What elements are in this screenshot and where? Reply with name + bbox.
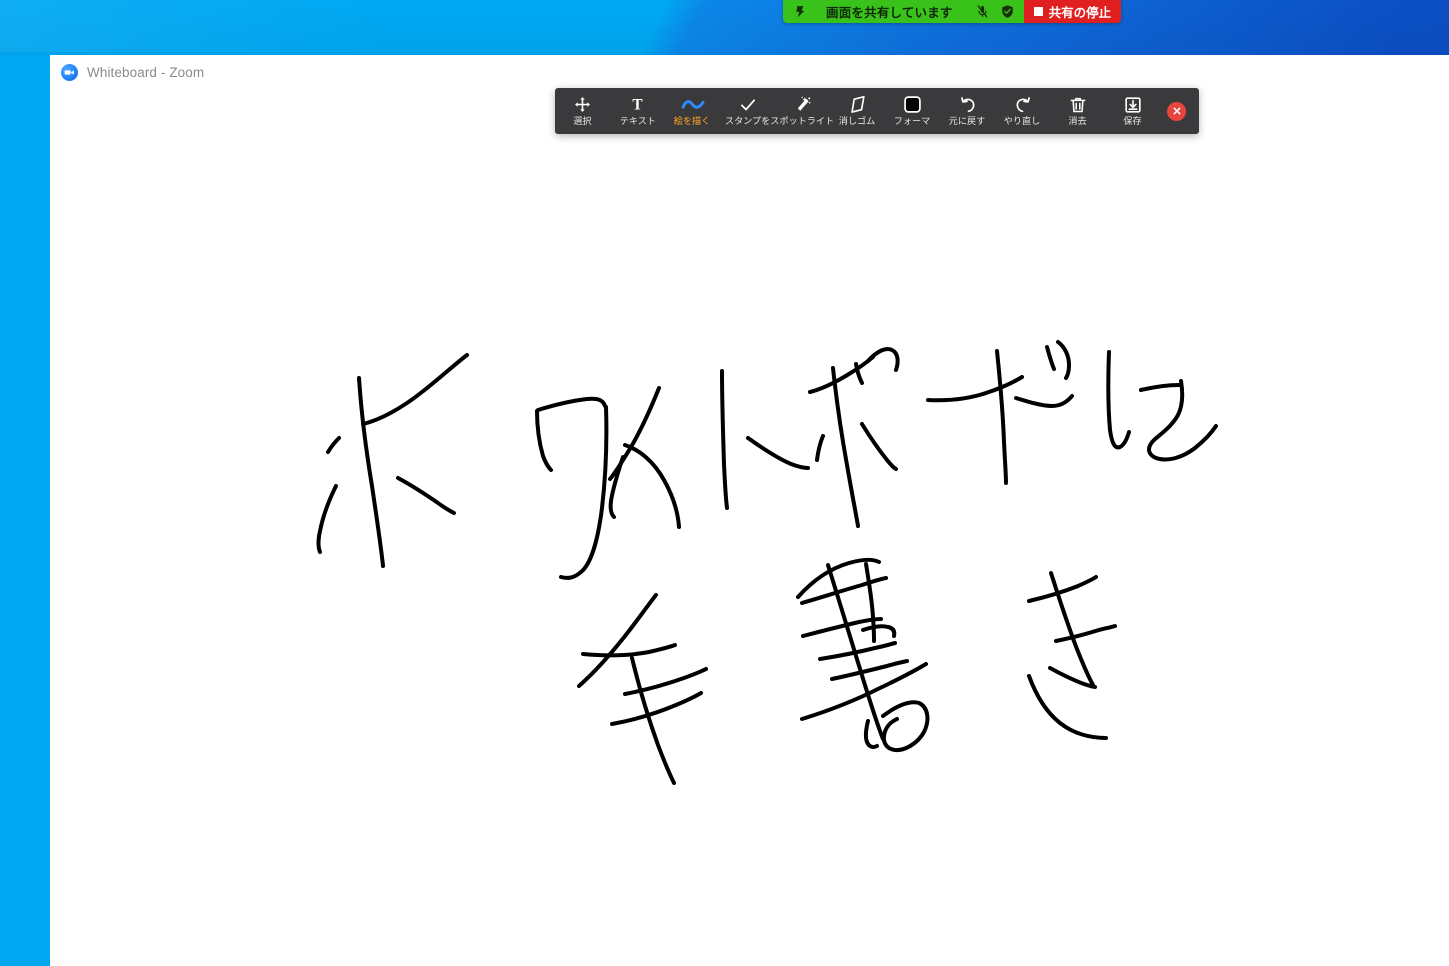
tool-undo[interactable]: 元に戻す <box>940 88 995 134</box>
whiteboard-canvas[interactable] <box>50 90 1449 966</box>
stop-share-button[interactable]: 共有の停止 <box>1023 0 1122 23</box>
undo-arrow-icon <box>959 95 977 114</box>
tool-select-label: 選択 <box>573 116 592 128</box>
svg-text:T: T <box>632 97 642 113</box>
tool-select[interactable]: 選択 <box>555 88 610 134</box>
tool-spotlight[interactable]: スポットライト <box>771 88 834 134</box>
magic-wand-icon <box>794 95 812 114</box>
move-arrows-icon <box>574 95 591 114</box>
close-icon[interactable] <box>1167 101 1186 121</box>
pause-share-icon[interactable] <box>793 4 808 19</box>
microphone-muted-icon[interactable] <box>975 4 990 19</box>
whiteboard-window: Whiteboard - Zoom <box>50 55 1449 966</box>
tool-eraser[interactable]: 消しゴム <box>830 88 885 134</box>
tool-format[interactable]: フォーマ <box>885 88 940 134</box>
stop-square-icon <box>1033 7 1043 16</box>
tool-redo[interactable]: やり直し <box>995 88 1050 134</box>
tool-clear[interactable]: 消去 <box>1050 88 1105 134</box>
tool-save-label: 保存 <box>1123 116 1142 128</box>
screen-share-banner: 画面を共有しています 共有の停止 <box>783 0 1122 23</box>
tool-draw-label: 絵を描く <box>674 116 711 128</box>
zoom-camera-icon <box>61 64 78 81</box>
stop-share-label: 共有の停止 <box>1048 6 1112 20</box>
tool-spotlight-label: スポットライト <box>770 116 835 128</box>
redo-arrow-icon <box>1014 95 1032 114</box>
tool-eraser-label: 消しゴム <box>839 116 876 128</box>
save-download-icon <box>1124 95 1142 114</box>
tool-clear-label: 消去 <box>1068 116 1087 128</box>
share-status-group: 画面を共有しています <box>783 0 1024 23</box>
pen-squiggle-icon <box>681 95 705 114</box>
wallpaper-sheen <box>0 0 560 52</box>
screen: 画面を共有しています 共有の停止 Whiteboard - Zoom 選択 T … <box>0 0 1449 966</box>
tool-stamp-label: スタンプを <box>724 116 771 128</box>
window-titlebar: Whiteboard - Zoom <box>50 55 1449 90</box>
shield-security-icon[interactable] <box>1000 4 1015 19</box>
filled-square-icon <box>903 95 922 114</box>
trash-can-icon <box>1069 95 1087 114</box>
tool-text[interactable]: T テキスト <box>610 88 665 134</box>
tool-draw[interactable]: 絵を描く <box>665 88 720 134</box>
checkmark-icon <box>739 95 757 114</box>
text-t-icon: T <box>629 95 646 114</box>
tool-save[interactable]: 保存 <box>1105 88 1160 134</box>
eraser-icon <box>848 95 868 114</box>
toolbar-close-wrap <box>1160 88 1199 134</box>
handwriting-ink-layer <box>316 340 1218 785</box>
tool-redo-label: やり直し <box>1004 116 1041 128</box>
annotation-toolbar: 選択 T テキスト 絵を描く スタンプを スポットライト 消しゴム フォーマ 元… <box>555 88 1199 134</box>
tool-format-label: フォーマ <box>894 116 931 128</box>
window-title: Whiteboard - Zoom <box>87 65 205 80</box>
share-status-text: 画面を共有しています <box>826 6 953 20</box>
tool-text-label: テキスト <box>619 116 656 128</box>
tool-stamp[interactable]: スタンプを <box>720 88 775 134</box>
tool-undo-label: 元に戻す <box>949 116 986 128</box>
